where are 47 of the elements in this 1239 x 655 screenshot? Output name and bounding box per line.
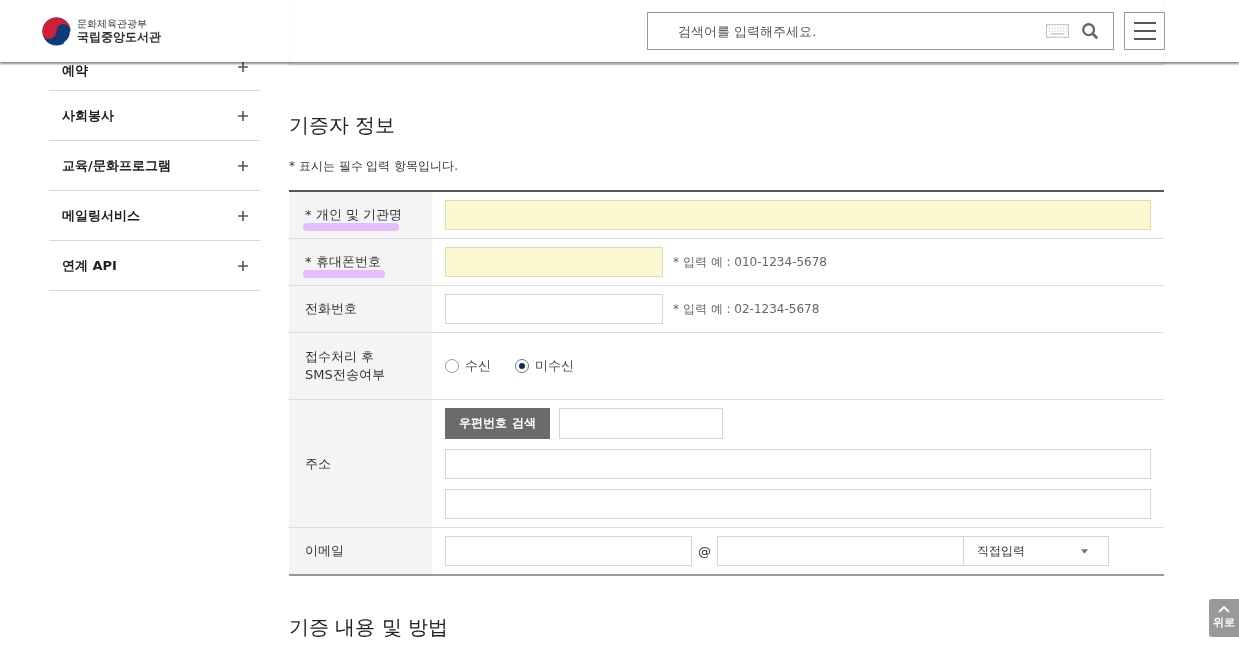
sidebar-item[interactable]: 연계 API — [49, 241, 260, 291]
plus-icon — [238, 160, 248, 171]
search-icon[interactable] — [1081, 22, 1099, 40]
postcode-field[interactable] — [559, 408, 723, 439]
input-field[interactable] — [445, 200, 1151, 230]
radio-button[interactable] — [515, 359, 529, 373]
address-detail-field[interactable] — [445, 489, 1151, 519]
plus-icon — [238, 110, 248, 121]
section-title: 기증 내용 및 방법 — [289, 614, 450, 641]
search-input[interactable]: 검색어를 입력해주세요. — [676, 22, 1034, 40]
keyboard-icon[interactable] — [1046, 24, 1069, 38]
postcode-search-button[interactable]: 우편번호 검색 — [445, 408, 550, 439]
sidebar-item[interactable]: 사회봉사 — [49, 91, 260, 141]
menu-button[interactable] — [1124, 12, 1165, 50]
input-field[interactable] — [445, 294, 663, 324]
chevron-up-icon — [1218, 606, 1230, 613]
section-title: 기증자 정보 — [289, 112, 397, 138]
field-label: 전화번호 — [305, 300, 357, 318]
radio-label: 미수신 — [535, 357, 574, 375]
sidebar-item[interactable]: 메일링서비스 — [49, 191, 260, 241]
caret-icon — [1081, 548, 1088, 554]
domain-select[interactable]: 직접입력 — [964, 536, 1109, 566]
at-sign: @ — [698, 543, 711, 559]
emblem-icon — [40, 14, 73, 48]
menu-icon — [1133, 22, 1156, 40]
library-name: 국립중앙도서관 — [77, 29, 161, 45]
field-label: 이메일 — [305, 542, 344, 560]
search-box[interactable]: 검색어를 입력해주세요. — [647, 12, 1114, 50]
radio-button[interactable] — [445, 359, 459, 373]
sidebar-item[interactable]: 교육/문화프로그램 — [49, 141, 260, 191]
field-label: * 휴대폰번호 — [305, 253, 381, 271]
address-field[interactable] — [445, 449, 1151, 479]
logo[interactable]: 문화체육관광부 국립중앙도서관 — [40, 14, 161, 48]
field-label: 주소 — [305, 454, 331, 473]
email-id-field[interactable] — [445, 536, 692, 566]
field-label: 접수처리 후 SMS전송여부 — [305, 348, 385, 384]
ministry-name: 문화체육관광부 — [77, 17, 148, 30]
plus-icon — [238, 260, 248, 271]
plus-icon — [238, 210, 248, 221]
email-domain-field[interactable] — [717, 536, 964, 566]
input-hint: * 입력 예 : 02-1234-5678 — [673, 300, 820, 318]
input-hint: * 입력 예 : 010-1234-5678 — [673, 253, 827, 271]
input-field[interactable] — [445, 247, 663, 277]
field-label: * 개인 및 기관명 — [305, 206, 402, 224]
radio-label: 수신 — [465, 357, 491, 375]
required-note: * 표시는 필수 입력 항목입니다. — [289, 158, 460, 174]
plus-icon — [238, 62, 248, 72]
